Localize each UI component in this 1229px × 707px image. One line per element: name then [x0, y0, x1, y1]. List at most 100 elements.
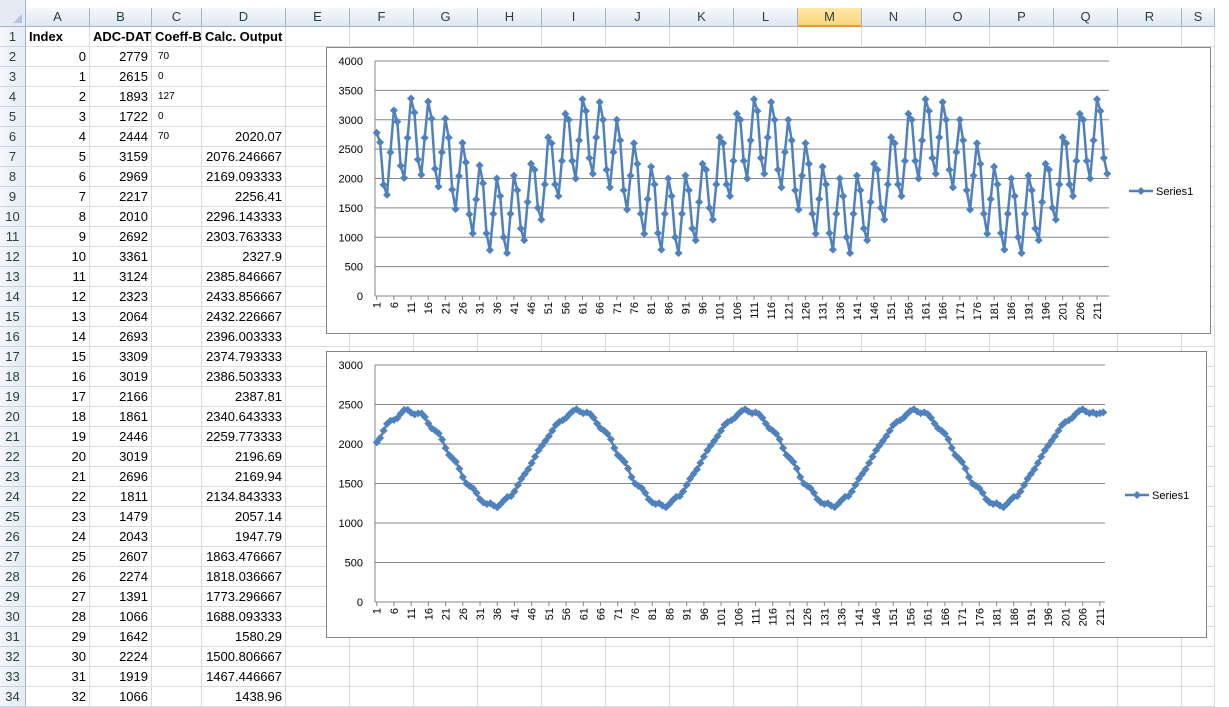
cell-coeff-b[interactable]	[152, 687, 202, 707]
cell-index[interactable]: 7	[26, 187, 90, 207]
cell-index[interactable]: 17	[26, 387, 90, 407]
chart-1[interactable]: 0 500 1000 1500 2000 2500 3000 3500 4000 1 6 11 16 21…	[326, 47, 1211, 334]
cell[interactable]	[1118, 667, 1182, 687]
cell[interactable]	[798, 667, 862, 687]
row-header[interactable]: 18	[0, 367, 26, 387]
cell-coeff-b[interactable]	[152, 427, 202, 447]
cell[interactable]	[414, 27, 478, 47]
header-index[interactable]: Index	[26, 27, 90, 47]
cell-index[interactable]: 23	[26, 507, 90, 527]
cell[interactable]	[350, 27, 414, 47]
cell-index[interactable]: 4	[26, 127, 90, 147]
cell-calc-output[interactable]	[202, 67, 286, 87]
cell-calc-output[interactable]: 1438.96	[202, 687, 286, 707]
cell-calc-output[interactable]: 2374.793333	[202, 347, 286, 367]
row-header[interactable]: 24	[0, 487, 26, 507]
cell-calc-output[interactable]: 2196.69	[202, 447, 286, 467]
cell-coeff-b[interactable]	[152, 207, 202, 227]
column-header-f[interactable]: F	[350, 8, 414, 27]
cell-index[interactable]: 20	[26, 447, 90, 467]
cell-adc-data[interactable]: 3361	[90, 247, 152, 267]
cell-calc-output[interactable]: 1947.79	[202, 527, 286, 547]
cell[interactable]	[286, 27, 350, 47]
cell[interactable]	[862, 27, 926, 47]
cell-index[interactable]: 30	[26, 647, 90, 667]
cell-calc-output[interactable]: 2134.843333	[202, 487, 286, 507]
cell-adc-data[interactable]: 3159	[90, 147, 152, 167]
cell-calc-output[interactable]: 2387.81	[202, 387, 286, 407]
cell-adc-data[interactable]: 2696	[90, 467, 152, 487]
cell-index[interactable]: 25	[26, 547, 90, 567]
cell[interactable]	[862, 667, 926, 687]
chart-2[interactable]: 0 500 1000 1500 2000 2500 3000 1 6 11 16 21 26 31 36 41…	[326, 351, 1207, 638]
cell-index[interactable]: 10	[26, 247, 90, 267]
cell[interactable]	[350, 647, 414, 667]
row-header[interactable]: 16	[0, 327, 26, 347]
cell[interactable]	[990, 687, 1054, 707]
cell-coeff-b[interactable]	[152, 227, 202, 247]
column-header-i[interactable]: I	[542, 8, 606, 27]
cell-calc-output[interactable]: 1580.29	[202, 627, 286, 647]
row-header[interactable]: 28	[0, 567, 26, 587]
column-header-o[interactable]: O	[926, 8, 990, 27]
cell-coeff-b[interactable]	[152, 527, 202, 547]
cell-index[interactable]: 11	[26, 267, 90, 287]
cell[interactable]	[542, 667, 606, 687]
row-header[interactable]: 30	[0, 607, 26, 627]
cell[interactable]	[606, 647, 670, 667]
cell-adc-data[interactable]: 2692	[90, 227, 152, 247]
cell-adc-data[interactable]: 1811	[90, 487, 152, 507]
cell-calc-output[interactable]: 2076.246667	[202, 147, 286, 167]
cell-index[interactable]: 28	[26, 607, 90, 627]
cell-adc-data[interactable]: 1861	[90, 407, 152, 427]
cell-index[interactable]: 21	[26, 467, 90, 487]
cell-adc-data[interactable]: 1066	[90, 687, 152, 707]
cell[interactable]	[1182, 647, 1215, 667]
cell[interactable]	[1118, 687, 1182, 707]
cell[interactable]	[990, 27, 1054, 47]
cell-adc-data[interactable]: 1391	[90, 587, 152, 607]
column-header-m[interactable]: M	[798, 8, 862, 27]
row-header[interactable]: 22	[0, 447, 26, 467]
cell-index[interactable]: 16	[26, 367, 90, 387]
cell[interactable]	[542, 27, 606, 47]
cell-adc-data[interactable]: 2043	[90, 527, 152, 547]
cell-coeff-b[interactable]	[152, 467, 202, 487]
cell-coeff-b[interactable]: 0	[152, 107, 202, 127]
column-header-c[interactable]: C	[152, 8, 202, 27]
cell-index[interactable]: 1	[26, 67, 90, 87]
cell-index[interactable]: 15	[26, 347, 90, 367]
header-coeff-b[interactable]: Coeff-B	[152, 27, 202, 47]
cell[interactable]	[286, 667, 350, 687]
cell-coeff-b[interactable]	[152, 667, 202, 687]
cell[interactable]	[1182, 667, 1215, 687]
cell[interactable]	[1118, 27, 1182, 47]
cell-adc-data[interactable]: 2693	[90, 327, 152, 347]
cell-adc-data[interactable]: 1642	[90, 627, 152, 647]
cell-index[interactable]: 5	[26, 147, 90, 167]
cell-calc-output[interactable]: 2432.226667	[202, 307, 286, 327]
cell-adc-data[interactable]: 3019	[90, 367, 152, 387]
cell-adc-data[interactable]: 2323	[90, 287, 152, 307]
row-header[interactable]: 23	[0, 467, 26, 487]
row-header[interactable]: 25	[0, 507, 26, 527]
cell-coeff-b[interactable]	[152, 647, 202, 667]
cell-calc-output[interactable]: 1467.446667	[202, 667, 286, 687]
cell-adc-data[interactable]: 3124	[90, 267, 152, 287]
cell-calc-output[interactable]	[202, 107, 286, 127]
cell-calc-output[interactable]: 1863.476667	[202, 547, 286, 567]
cell-coeff-b[interactable]	[152, 547, 202, 567]
row-header[interactable]: 31	[0, 627, 26, 647]
cell[interactable]	[350, 687, 414, 707]
cell-adc-data[interactable]: 3019	[90, 447, 152, 467]
cell-calc-output[interactable]: 2396.003333	[202, 327, 286, 347]
cell-index[interactable]: 27	[26, 587, 90, 607]
cell[interactable]	[286, 687, 350, 707]
cell[interactable]	[1182, 687, 1215, 707]
cell-coeff-b[interactable]	[152, 307, 202, 327]
cell-calc-output[interactable]: 2433.856667	[202, 287, 286, 307]
cell-adc-data[interactable]: 1722	[90, 107, 152, 127]
cell[interactable]	[670, 27, 734, 47]
row-header[interactable]: 9	[0, 187, 26, 207]
cell-coeff-b[interactable]	[152, 167, 202, 187]
